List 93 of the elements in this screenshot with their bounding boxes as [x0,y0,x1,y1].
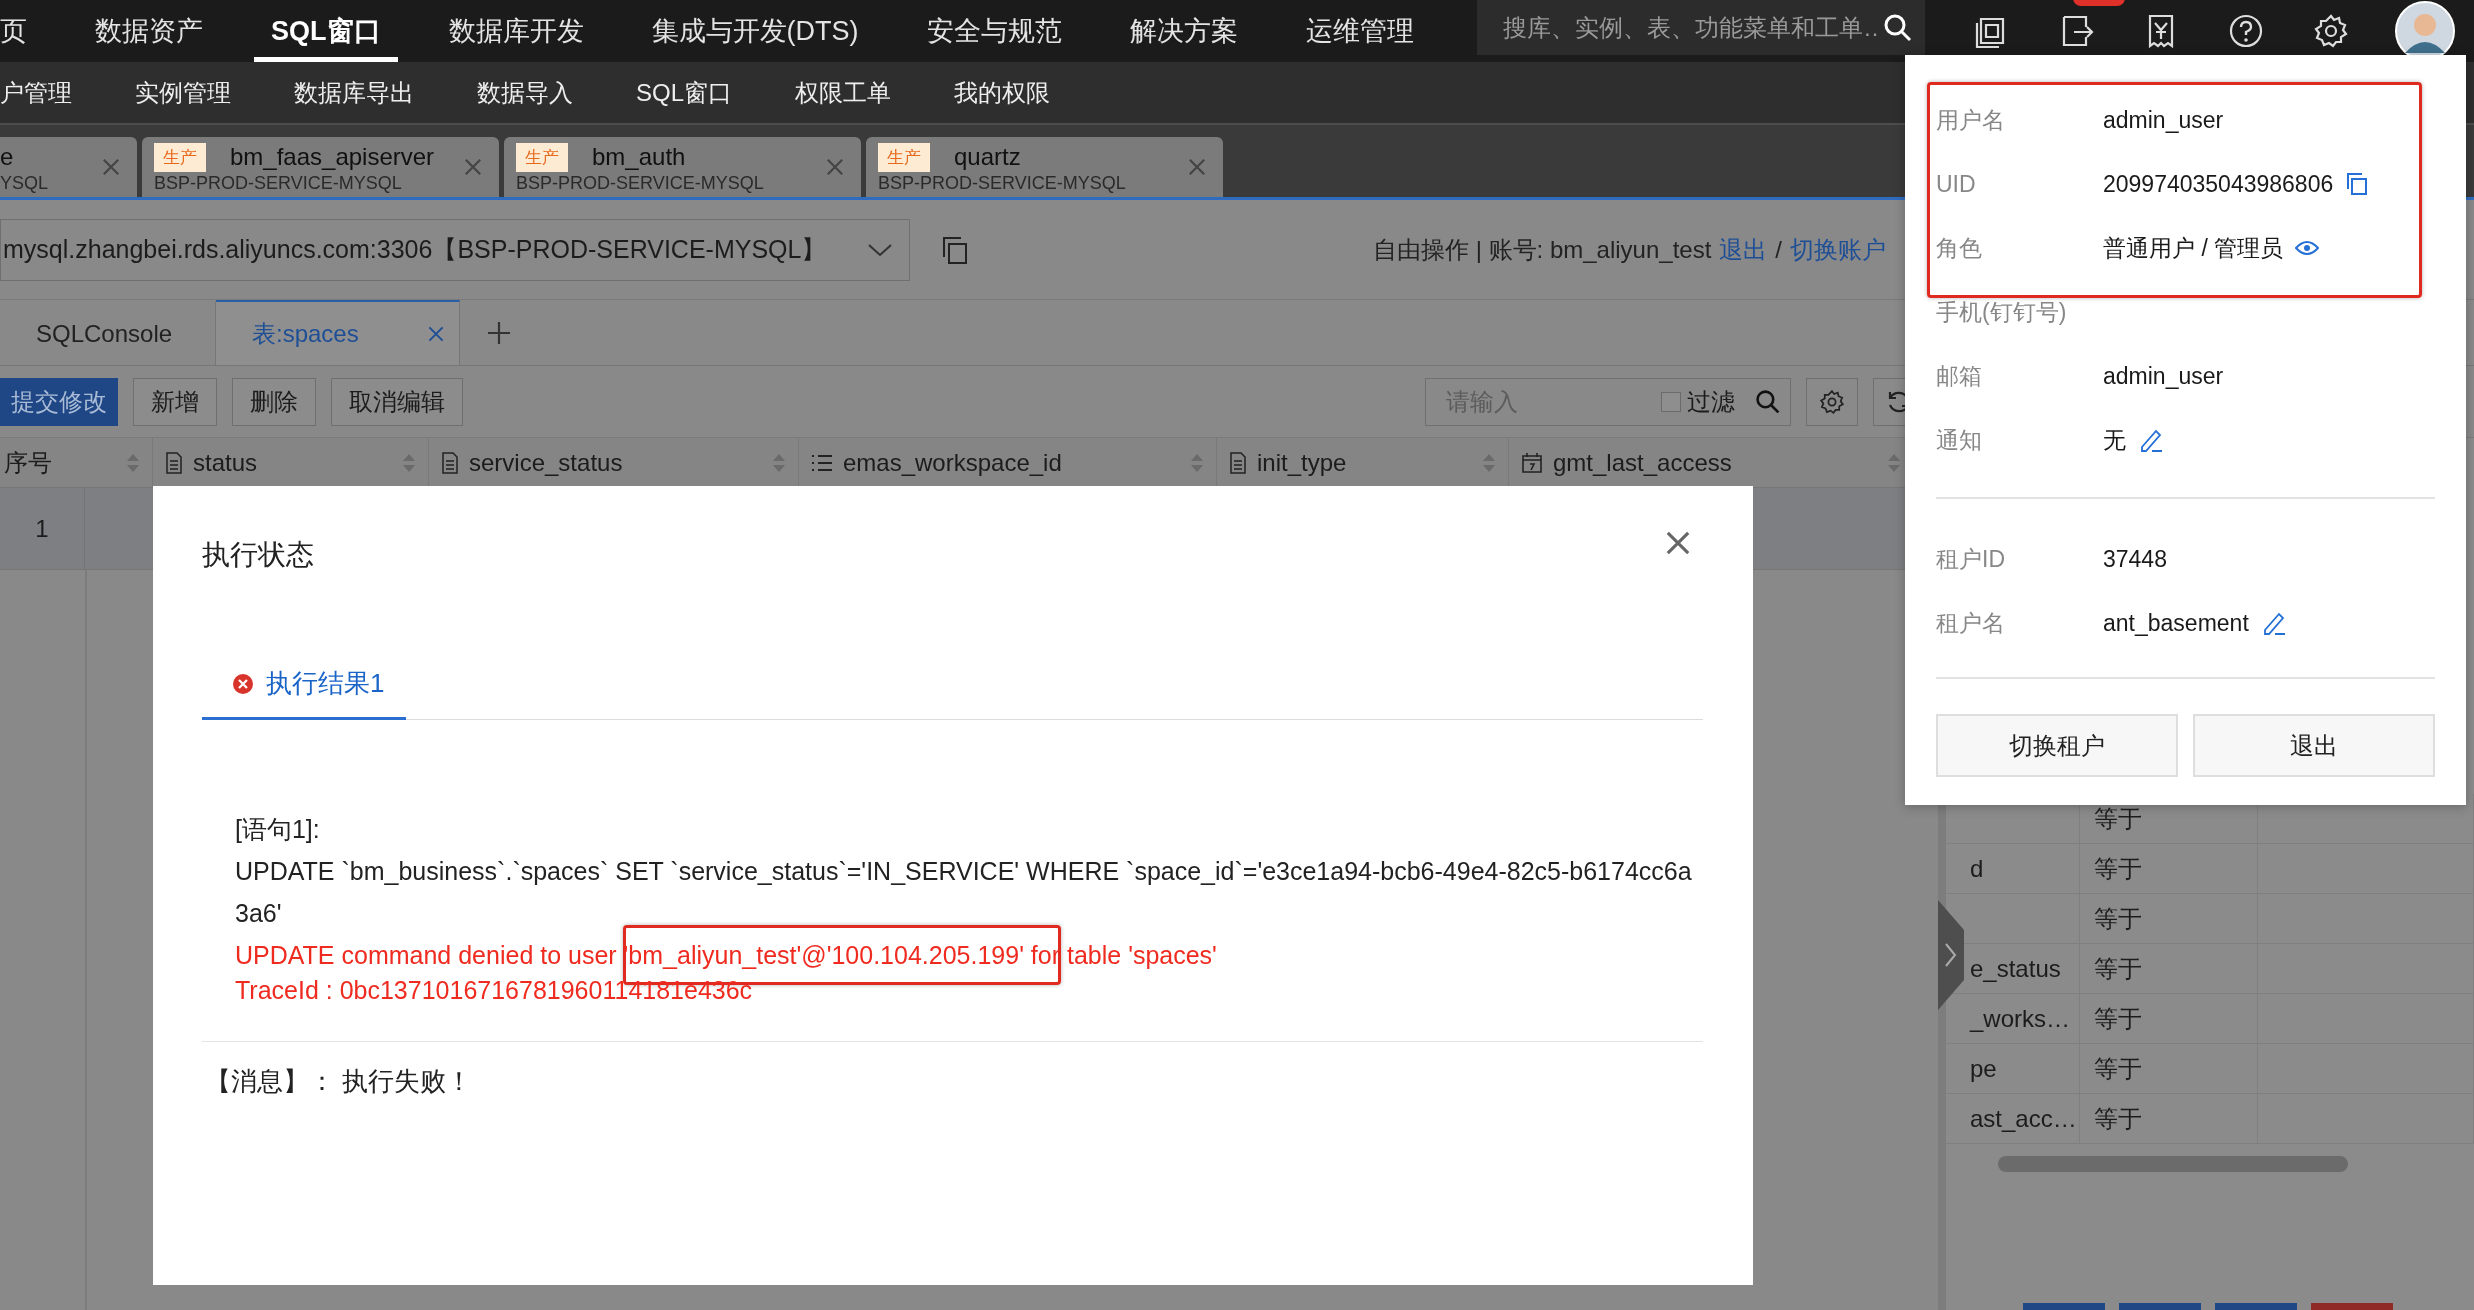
nav-tab[interactable]: 集成与开发(DTS) [634,0,876,62]
instance-tab[interactable]: 生产 bm_faas_apiserver BSP-PROD-SERVICE-MYSQL [142,137,499,197]
message-text: 【消息】： 执行失败！ [204,1065,474,1098]
toolbar-button[interactable]: 新增 [133,377,217,426]
field-value: ant_basement [2103,609,2249,637]
document-icon [165,451,183,474]
instance-name: bm_faas_apiserver [230,143,435,171]
document-icon [1229,451,1247,474]
environment-tag: 生产 [154,142,206,172]
field-label: 手机(钉钉号) [1936,297,2068,327]
instance-name: e [0,143,14,171]
nav-tab[interactable]: 数据库开发 [431,0,601,62]
environment-tag: 生产 [878,142,930,172]
toolbar-button[interactable]: 提交修改 [0,377,118,426]
nav-link[interactable]: 实例管理 [135,76,231,109]
instance-tab[interactable]: e YSQL [0,137,137,197]
search-icon[interactable] [1883,12,1913,43]
nav-link[interactable]: 权限工单 [795,76,892,109]
toolbar-button[interactable]: 删除 [232,377,316,426]
instance-label: BSP-PROD-SERVICE-MYSQL [878,173,1127,194]
operator-select[interactable]: 等于 [2080,894,2258,943]
operator-select[interactable]: 等于 [2080,994,2258,1043]
field-label: 角色 [1936,233,1983,263]
nav-tab[interactable]: 页 [0,0,44,62]
menu-button[interactable]: 退出 [2193,714,2435,777]
instance-label: BSP-PROD-SERVICE-MYSQL [154,173,403,194]
field-name: e_status [1970,954,2061,983]
field-value: 209974035043986806 [2103,170,2334,198]
settings-button[interactable] [1806,377,1858,426]
chevron-icon [867,241,893,258]
sql-text: UPDATE `bm_business`.`spaces` SET `service_status`='IN_SERVICE' WHERE `space_id`='e3ce1a94-bcb6-49e4-82c5-b6174cc6a3a6' [235,856,1693,929]
scrollbar-thumb[interactable] [1998,1156,2348,1172]
field-value: 普通用户 / 管理员 [2103,233,2284,263]
add-tab-icon[interactable] [486,319,512,346]
nav-link[interactable]: 数据库导出 [294,76,414,109]
nav-link[interactable]: 数据导入 [477,76,573,109]
field-name: _works… [1970,1004,2071,1033]
nav-tab[interactable]: 数据资产 [78,0,220,62]
operator-select[interactable]: 等于 [2080,944,2258,993]
field-value: 无 [2103,425,2126,455]
menu-button[interactable]: 切换租户 [1936,714,2178,777]
row-number: 1 [0,488,85,569]
environment-tag: 生产 [516,142,568,172]
field-value: admin_user [2103,106,2224,134]
instance-name: quartz [954,143,1021,171]
edit-icon[interactable] [2138,427,2164,453]
instance-tab[interactable]: 生产 bm_auth BSP-PROD-SERVICE-MYSQL [504,137,861,197]
field-label: UID [1936,170,1977,198]
connection-select[interactable]: mysql.zhangbei.rds.aliyuncs.com:3306【BSP-PROD-SERVICE-MYSQL】 [0,218,910,281]
field-label: 用户名 [1936,105,2006,135]
list-icon [811,452,833,473]
dialog-title: 执行状态 [202,538,314,572]
error-icon [232,672,254,695]
document-icon [441,451,459,474]
nav-link[interactable]: 户管理 [0,76,72,109]
account-text: 自由操作 | 账号: bm_aliyun_test [1373,234,1712,265]
field-name: d [1970,854,1984,883]
field-name: pe [1970,1054,1997,1083]
help-icon[interactable] [2228,13,2264,49]
operator-select[interactable]: 等于 [2080,1044,2258,1093]
field-label: 租户ID [1936,544,2006,574]
copy-icon[interactable] [940,234,970,265]
separator-text: / [1775,235,1782,264]
field-label: 邮箱 [1936,361,1983,391]
result-tab[interactable]: 执行结果1 [202,666,407,720]
nav-link[interactable]: 我的权限 [954,76,1051,109]
field-name: ast_acc… [1970,1104,2077,1133]
field-value: admin_user [2103,362,2224,390]
instance-name: bm_auth [592,143,686,171]
search-field[interactable]: 搜库、实例、表、功能菜单和工单… [1477,0,1925,55]
field-label: 通知 [1936,425,1983,455]
field-value: 37448 [2103,545,2167,573]
operator-select[interactable]: 等于 [2080,844,2258,893]
nav-link[interactable]: SQL窗口 [636,76,733,109]
gear-icon [1819,388,1845,415]
field-label: 租户名 [1936,608,2006,638]
instance-tab[interactable]: 生产 quartz BSP-PROD-SERVICE-MYSQL [866,137,1223,197]
column-header[interactable]: 序号 [0,438,153,487]
statement-label: [语句1]: [235,814,321,845]
filter-checkbox[interactable] [1661,391,1681,412]
operator-select[interactable]: 等于 [2080,1094,2258,1143]
settings-icon[interactable] [2313,13,2349,49]
filter-label: 过滤 [1687,386,1735,417]
eye-icon[interactable] [2295,240,2320,256]
calendar-icon [1521,451,1543,474]
nav-tab[interactable]: 安全与规范 [909,0,1079,62]
nav-tab[interactable]: 运维管理 [1288,0,1431,62]
copy-icon[interactable] [2345,172,2370,196]
instance-label: YSQL [0,173,50,194]
instance-label: BSP-PROD-SERVICE-MYSQL [516,173,765,194]
toolbar-button[interactable]: 取消编辑 [331,377,463,426]
error-text: TraceId : 0bc1371016716781960114181e436c [235,976,753,1004]
nav-tab[interactable]: 解决方案 [1112,0,1255,62]
